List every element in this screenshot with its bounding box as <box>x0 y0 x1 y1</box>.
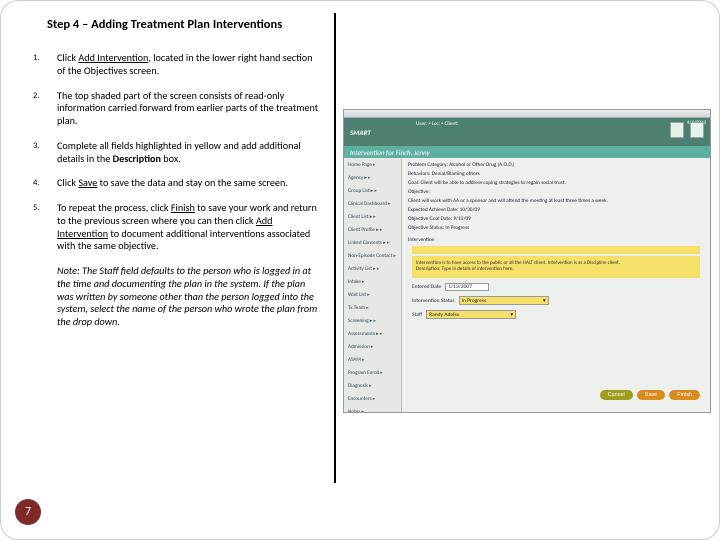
sidebar-item[interactable]: Admission <box>348 344 397 350</box>
sidebar-item[interactable]: Diagnosis <box>348 383 397 389</box>
save-button[interactable]: Save <box>637 390 666 400</box>
sidebar-item[interactable]: Non-Episode Contact <box>348 253 397 259</box>
step-3-text: Complete all fields highlighted in yello… <box>57 140 321 166</box>
step-5-u1: Finish <box>171 201 195 214</box>
staff-row: Staff Randy Adelso <box>412 310 700 319</box>
step-1-pre: Click <box>57 51 78 64</box>
sidebar-item[interactable]: Client List ▸ <box>348 214 397 220</box>
note-content: Note: The Staff field defaults to the pe… <box>57 264 317 328</box>
step-4: 4. Click Save to save the data and stay … <box>33 177 321 190</box>
ro-l1: Problem Category: Alcohol or Other Drug … <box>408 162 704 168</box>
sidebar-item[interactable]: Assessments ▸ <box>348 331 397 337</box>
step-5-num: 5. <box>33 202 57 253</box>
status-row: Intervention Status In Progress <box>412 296 700 305</box>
description-field[interactable]: Intervention is to have access to the pu… <box>412 256 700 278</box>
ro-l8: Objective Status: In Progress <box>408 225 704 231</box>
entered-date-field[interactable]: 1/13/2007 <box>445 283 489 291</box>
step-4-pre: Click <box>57 176 78 189</box>
app-header-info: User: ▪ Loc: ▪ Client: <box>416 121 458 127</box>
step-4-underline: Save <box>78 176 97 189</box>
sidebar-item[interactable]: Screening ▸ <box>348 318 397 324</box>
step-1-underline: Add Intervention <box>78 51 148 64</box>
status-label: Intervention Status <box>412 298 455 304</box>
sidebar-item[interactable]: Encounters <box>348 396 397 402</box>
button-row: Cancel Save Finish <box>600 390 700 400</box>
intervention-field[interactable] <box>412 246 700 254</box>
entered-date-label: Entered Date <box>412 284 441 290</box>
sidebar-item[interactable]: Home Page <box>348 162 397 168</box>
app-screenshot: SMART User: ▪ Loc: ▪ Client: 4/4/2013 In… <box>343 109 711 413</box>
sidebar-item[interactable]: Activity List ▸ <box>348 266 397 272</box>
cancel-button[interactable]: Cancel <box>600 390 633 400</box>
step-2-text: The top shaded part of the screen consis… <box>57 90 321 128</box>
entered-date-row: Entered Date 1/13/2007 <box>412 283 700 291</box>
step-1-num: 1. <box>33 52 57 78</box>
sidebar-item[interactable]: Tx Team <box>348 305 397 311</box>
sidebar-item[interactable]: ASAM <box>348 357 397 363</box>
app-toolbar <box>344 110 710 118</box>
desc-line2: Description: Type in details of interven… <box>416 266 696 272</box>
app-main: Problem Category: Alcohol or Other Drug … <box>402 158 710 412</box>
app-header-icons <box>670 122 704 138</box>
sidebar-item[interactable]: Client Profile ▸ <box>348 227 397 233</box>
ro-l5: Client will work with AA or a sponsor an… <box>408 198 704 204</box>
app-subheader: Intervention for Finch, Jenny <box>344 146 710 158</box>
step-3-post: box. <box>161 152 181 165</box>
staff-select[interactable]: Randy Adelso <box>426 310 516 319</box>
staff-label: Staff <box>412 312 422 318</box>
step-5-pre: To repeat the process, click <box>57 201 171 214</box>
step-3-num: 3. <box>33 140 57 166</box>
step-5: 5. To repeat the process, click Finish t… <box>33 202 321 253</box>
intervention-label: Intervention <box>408 237 704 243</box>
status-select[interactable]: In Progress <box>459 296 549 305</box>
step-5-text: To repeat the process, click Finish to s… <box>57 202 321 253</box>
sidebar-item[interactable]: Notes <box>348 409 397 413</box>
ro-l2: Behaviors: Denial/Blaming others <box>408 171 704 177</box>
note-text: Note: The Staff field defaults to the pe… <box>57 265 321 329</box>
header-icon-2 <box>690 122 704 138</box>
sidebar-item[interactable]: Intake <box>348 279 397 285</box>
step-3: 3. Complete all fields highlighted in ye… <box>33 140 321 166</box>
step-2-num: 2. <box>33 90 57 128</box>
sidebar-item[interactable]: Clinical Dashboard <box>348 201 397 207</box>
step-1: 1. Click Add Intervention, located in th… <box>33 52 321 78</box>
finish-button[interactable]: Finish <box>669 390 700 400</box>
vertical-divider <box>334 13 336 483</box>
ro-l3: Goal: Client will be able to address cop… <box>408 180 704 186</box>
step-4-num: 4. <box>33 177 57 190</box>
page-number-badge: 7 <box>15 499 41 525</box>
ro-l7: Objective Goal Date: 9/15/09 <box>408 216 704 222</box>
sidebar-item[interactable]: Wait List <box>348 292 397 298</box>
step-2: 2. The top shaded part of the screen con… <box>33 90 321 128</box>
app-brand: SMART <box>350 128 371 137</box>
step-1-text: Click Add Intervention, located in the l… <box>57 52 321 78</box>
sidebar-item[interactable]: Linked Consents ▸ <box>348 240 397 246</box>
step-4-text: Click Save to save the data and stay on … <box>57 177 321 190</box>
sidebar-item[interactable]: Group List ▸ <box>348 188 397 194</box>
ro-l6: Expected Achieve Date: 10/30/09 <box>408 207 704 213</box>
step-4-post: to save the data and stay on the same sc… <box>97 176 288 189</box>
app-sidebar: Home Page Agency ▸ Group List ▸ Clinical Da… <box>344 158 402 412</box>
instruction-list: 1. Click Add Intervention, located in th… <box>33 52 321 253</box>
header-icon-1 <box>670 122 684 138</box>
app-header: SMART User: ▪ Loc: ▪ Client: 4/4/2013 <box>344 118 710 146</box>
ro-l4: Objective: <box>408 189 704 195</box>
step-3-bold: Description <box>113 152 161 165</box>
sidebar-item[interactable]: Program Enroll <box>348 370 397 376</box>
step-title: Step 4 – Adding Treatment Plan Intervent… <box>47 17 701 32</box>
sidebar-item[interactable]: Agency ▸ <box>348 175 397 181</box>
